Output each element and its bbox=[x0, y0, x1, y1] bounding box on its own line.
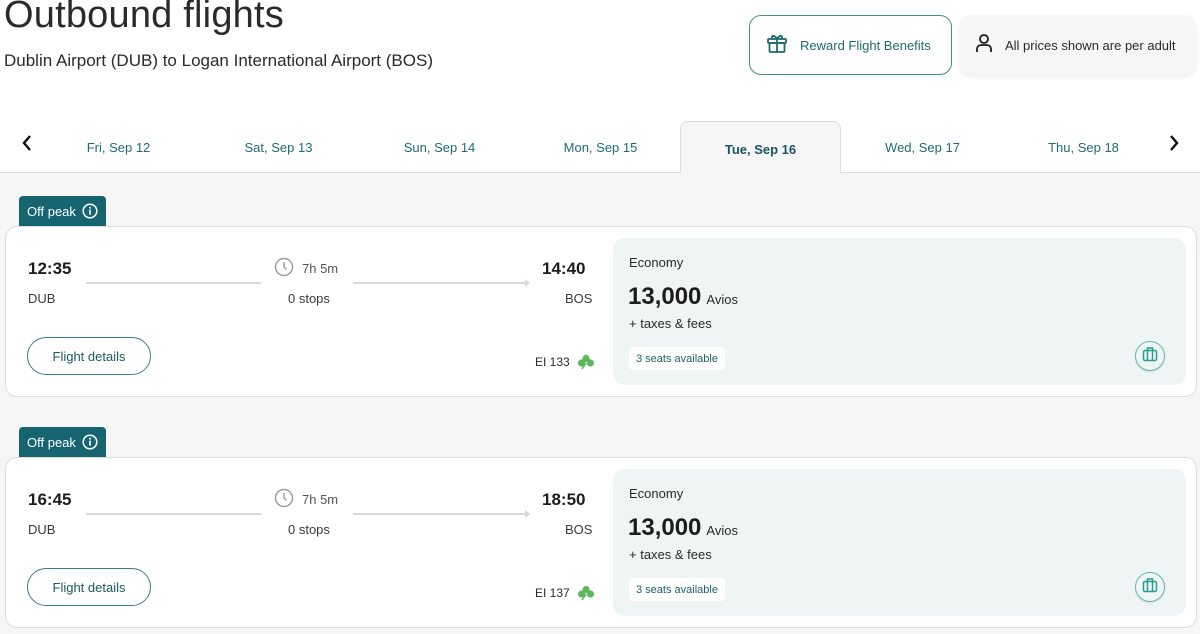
fare-price: 13,000 Avios bbox=[628, 514, 738, 542]
reward-flight-benefits-button[interactable]: Reward Flight Benefits bbox=[749, 15, 952, 75]
flight-number-text: EI 133 bbox=[535, 355, 570, 369]
avios-amount: 13,000 bbox=[628, 283, 702, 310]
stops-count: 0 stops bbox=[288, 291, 330, 306]
date-tab-thu-sep-18[interactable]: Thu, Sep 18 bbox=[1003, 121, 1164, 173]
page-title: Outbound flights bbox=[4, 0, 284, 36]
date-tab-sun-sep-14[interactable]: Sun, Sep 14 bbox=[359, 121, 520, 173]
flight-details-button[interactable]: Flight details bbox=[27, 568, 151, 606]
route-line bbox=[86, 513, 261, 515]
flight-duration: 7h 5m bbox=[274, 488, 338, 511]
luggage-icon bbox=[1142, 577, 1158, 598]
flight-card: 12:35 DUB 7h 5m 0 stops 14:40 BOS Flight… bbox=[5, 226, 1197, 397]
chevron-left-icon bbox=[21, 134, 33, 157]
baggage-button[interactable] bbox=[1135, 341, 1165, 371]
previous-dates-button[interactable] bbox=[15, 133, 39, 157]
info-icon[interactable] bbox=[82, 203, 98, 219]
economy-fare-option[interactable]: Economy 13,000 Avios + taxes & fees 3 se… bbox=[613, 238, 1186, 385]
flight-card: 16:45 DUB 7h 5m 0 stops 18:50 BOS Flight… bbox=[5, 457, 1197, 628]
baggage-button[interactable] bbox=[1135, 572, 1165, 602]
shamrock-icon bbox=[577, 354, 595, 370]
next-dates-button[interactable] bbox=[1162, 133, 1186, 157]
departure-time: 12:35 bbox=[28, 259, 72, 278]
flight-number-text: EI 137 bbox=[535, 586, 570, 600]
off-peak-badge: Off peak bbox=[19, 196, 106, 226]
taxes-fees-note: + taxes & fees bbox=[629, 547, 712, 562]
price-per-adult-note: All prices shown are per adult bbox=[960, 15, 1196, 75]
clock-icon bbox=[274, 257, 294, 280]
fare-price: 13,000 Avios bbox=[628, 283, 738, 311]
shamrock-icon bbox=[577, 585, 595, 601]
flight-number: EI 137 bbox=[535, 585, 595, 601]
avios-unit: Avios bbox=[706, 523, 738, 538]
departure-airport-code: DUB bbox=[28, 522, 56, 537]
clock-icon bbox=[274, 488, 294, 511]
flight-number: EI 133 bbox=[535, 354, 595, 370]
arrival-time: 14:40 bbox=[542, 259, 586, 278]
cabin-class: Economy bbox=[629, 486, 684, 501]
date-tab-tue-sep-16[interactable]: Tue, Sep 16 bbox=[680, 121, 841, 174]
cabin-class: Economy bbox=[629, 255, 684, 270]
chevron-right-icon bbox=[1168, 134, 1180, 157]
arrival-airport-code: BOS bbox=[565, 522, 593, 537]
date-navigation: Fri, Sep 12 Sat, Sep 13 Sun, Sep 14 Mon,… bbox=[0, 121, 1200, 174]
date-tab-fri-sep-12[interactable]: Fri, Sep 12 bbox=[38, 121, 199, 173]
seats-available-badge: 3 seats available bbox=[629, 347, 725, 370]
economy-fare-option[interactable]: Economy 13,000 Avios + taxes & fees 3 se… bbox=[613, 469, 1186, 616]
arrival-airport-code: BOS bbox=[565, 291, 593, 306]
taxes-fees-note: + taxes & fees bbox=[629, 316, 712, 331]
badge-label: Off peak bbox=[27, 203, 76, 219]
route-arrow-line bbox=[353, 510, 530, 518]
price-per-adult-label: All prices shown are per adult bbox=[1005, 37, 1176, 53]
reward-flight-benefits-label: Reward Flight Benefits bbox=[800, 37, 931, 53]
seats-available-badge: 3 seats available bbox=[629, 578, 725, 601]
date-tab-wed-sep-17[interactable]: Wed, Sep 17 bbox=[842, 121, 1003, 173]
route-line bbox=[86, 282, 261, 284]
date-tab-sat-sep-13[interactable]: Sat, Sep 13 bbox=[198, 121, 359, 173]
date-tab-mon-sep-15[interactable]: Mon, Sep 15 bbox=[520, 121, 681, 173]
stops-count: 0 stops bbox=[288, 522, 330, 537]
badge-label: Off peak bbox=[27, 434, 76, 450]
avios-unit: Avios bbox=[706, 292, 738, 307]
person-icon bbox=[975, 33, 993, 58]
departure-airport-code: DUB bbox=[28, 291, 56, 306]
luggage-icon bbox=[1142, 346, 1158, 367]
avios-amount: 13,000 bbox=[628, 514, 702, 541]
off-peak-badge: Off peak bbox=[19, 427, 106, 457]
route-arrow-line bbox=[353, 279, 530, 287]
duration-text: 7h 5m bbox=[302, 492, 339, 507]
departure-time: 16:45 bbox=[28, 490, 72, 509]
route-subtitle: Dublin Airport (DUB) to Logan Internatio… bbox=[4, 51, 433, 70]
gift-icon bbox=[766, 33, 788, 58]
arrival-time: 18:50 bbox=[542, 490, 586, 509]
duration-text: 7h 5m bbox=[302, 261, 339, 276]
flight-results: Off peak 12:35 DUB 7h 5m 0 stops 14:40 B… bbox=[0, 173, 1200, 634]
flight-duration: 7h 5m bbox=[274, 257, 338, 280]
flight-details-button[interactable]: Flight details bbox=[27, 337, 151, 375]
page: Outbound flights Dublin Airport (DUB) to… bbox=[0, 0, 1200, 634]
info-icon[interactable] bbox=[82, 434, 98, 450]
